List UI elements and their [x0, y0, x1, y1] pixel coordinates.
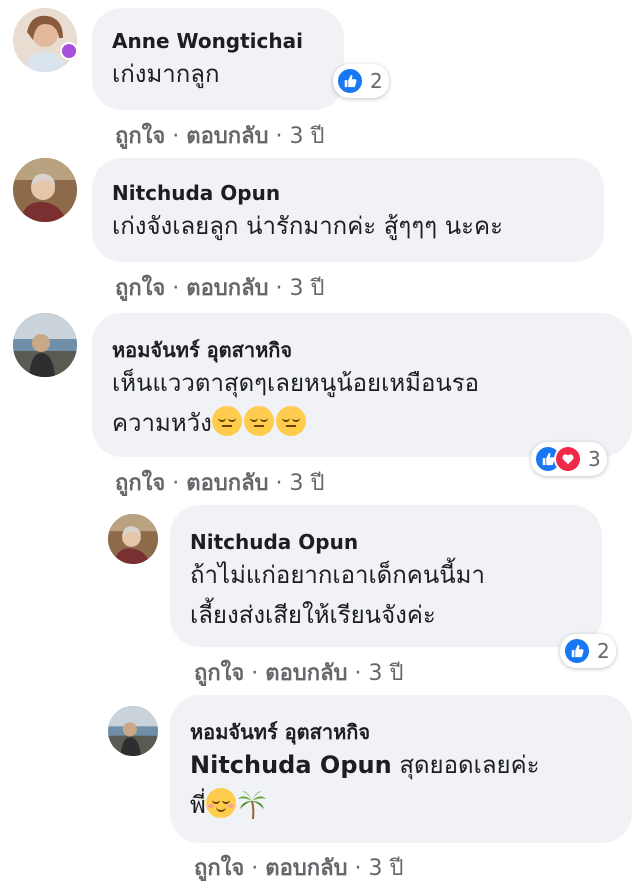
like-link[interactable]: ถูกใจ — [115, 276, 165, 301]
comment-text: เห็นแววตาสุดๆเลยหนูน้อยเหมือนรอ — [112, 369, 480, 397]
comment-bubble: หอมจันทร์ อุตสาหกิจ Nitchuda Opun สุดยอด… — [170, 695, 632, 843]
timestamp[interactable]: 3 ปี — [290, 276, 325, 301]
pensive-face-icon — [275, 406, 306, 436]
reply-link[interactable]: ตอบกลับ — [186, 124, 268, 149]
badge-icon — [60, 42, 78, 60]
comment: Nitchuda Opun เก่งจังเลยลูก น่ารักมากค่ะ… — [0, 150, 640, 305]
relieved-face-icon — [205, 788, 236, 818]
comment: Anne Wongtichai เก่งมากลูก 2 ถูกใจ · ตอบ… — [0, 0, 640, 150]
comment-actions: ถูกใจ · ตอบกลับ · 3 ปี — [115, 124, 325, 149]
comment-bubble: Anne Wongtichai เก่งมากลูก — [92, 8, 344, 110]
like-link[interactable]: ถูกใจ — [194, 856, 244, 881]
palm-tree-icon — [237, 789, 266, 831]
timestamp[interactable]: 3 ปี — [369, 856, 404, 881]
comment-text: เก่งมากลูก — [112, 60, 220, 88]
pensive-face-icon — [211, 406, 242, 436]
avatar[interactable] — [108, 514, 158, 564]
comment-actions: ถูกใจ · ตอบกลับ · 3 ปี — [115, 471, 325, 496]
comment-author[interactable]: หอมจันทร์ อุตสาหกิจ — [112, 337, 612, 363]
reply-link[interactable]: ตอบกลับ — [186, 276, 268, 301]
comment-author[interactable]: หอมจันทร์ อุตสาหกิจ — [190, 719, 612, 745]
like-icon — [563, 637, 591, 665]
reaction-summary[interactable]: 3 — [531, 442, 607, 476]
reply-comment: Nitchuda Opun ถ้าไม่แก่อยากเอาเด็กคนนี้ม… — [0, 500, 640, 690]
avatar[interactable] — [13, 313, 77, 377]
reaction-summary[interactable]: 2 — [560, 634, 616, 668]
reply-link[interactable]: ตอบกลับ — [265, 661, 347, 686]
love-icon — [554, 445, 582, 473]
reaction-count: 2 — [597, 639, 610, 663]
comment-actions: ถูกใจ · ตอบกลับ · 3 ปี — [194, 856, 404, 881]
like-link[interactable]: ถูกใจ — [115, 124, 165, 149]
reaction-count: 3 — [588, 447, 601, 471]
comment-text-line-2: ความหวัง — [112, 403, 612, 443]
like-link[interactable]: ถูกใจ — [194, 661, 244, 686]
comment-bubble: Nitchuda Opun เก่งจังเลยลูก น่ารักมากค่ะ… — [92, 158, 604, 262]
comment-bubble: หอมจันทร์ อุตสาหกิจ เห็นแววตาสุดๆเลยหนูน… — [92, 313, 632, 457]
avatar[interactable] — [13, 8, 77, 72]
comment-text-line-2: เลี้ยงส่งเสียให้เรียนจังค่ะ — [190, 601, 436, 629]
reply-link[interactable]: ตอบกลับ — [265, 856, 347, 881]
reply-link[interactable]: ตอบกลับ — [186, 471, 268, 496]
comment-author[interactable]: Nitchuda Opun — [190, 529, 582, 555]
comment-author[interactable]: Anne Wongtichai — [112, 28, 324, 54]
comment-bubble: Nitchuda Opun ถ้าไม่แก่อยากเอาเด็กคนนี้ม… — [170, 505, 602, 647]
comment-author[interactable]: Nitchuda Opun — [112, 180, 584, 206]
comment-text: ถ้าไม่แก่อยากเอาเด็กคนนี้มา — [190, 561, 485, 589]
comment-text: Nitchuda Opun สุดยอดเลยค่ะ — [190, 751, 540, 779]
timestamp[interactable]: 3 ปี — [290, 124, 325, 149]
reaction-count: 2 — [370, 69, 383, 93]
comment-text-line-2: พี่ — [190, 785, 612, 831]
timestamp[interactable]: 3 ปี — [369, 661, 404, 686]
reply-comment: หอมจันทร์ อุตสาหกิจ Nitchuda Opun สุดยอด… — [0, 690, 640, 889]
timestamp[interactable]: 3 ปี — [290, 471, 325, 496]
mention-link[interactable]: Nitchuda Opun — [190, 751, 392, 779]
comment-text: เก่งจังเลยลูก น่ารักมากค่ะ สู้ๆๆๆ นะคะ — [112, 212, 503, 240]
comment-actions: ถูกใจ · ตอบกลับ · 3 ปี — [194, 661, 404, 686]
comment: หอมจันทร์ อุตสาหกิจ เห็นแววตาสุดๆเลยหนูน… — [0, 305, 640, 500]
reaction-summary[interactable]: 2 — [333, 64, 389, 98]
like-link[interactable]: ถูกใจ — [115, 471, 165, 496]
avatar[interactable] — [13, 158, 77, 222]
comment-actions: ถูกใจ · ตอบกลับ · 3 ปี — [115, 276, 325, 301]
pensive-face-icon — [243, 406, 274, 436]
like-icon — [336, 67, 364, 95]
avatar[interactable] — [108, 706, 158, 756]
